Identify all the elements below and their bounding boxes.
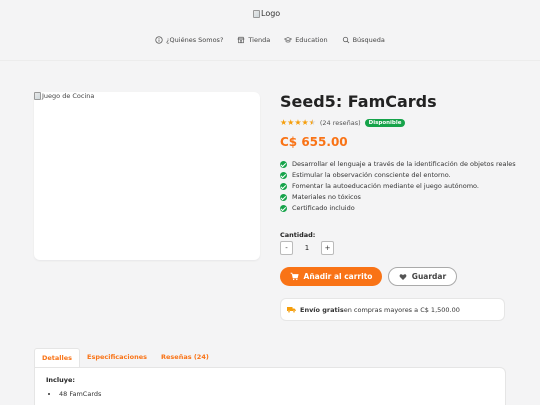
feature-item: Estimular la observación consciente del … — [280, 171, 520, 180]
broken-image-icon — [253, 9, 260, 18]
feature-item: Materiales no tóxicos — [280, 193, 520, 202]
nav-item-education[interactable]: Education — [284, 36, 328, 44]
cart-icon — [290, 272, 299, 281]
tab-panel-details: Incluye: 48 FamCards — [34, 367, 506, 405]
save-label: Guardar — [411, 272, 447, 281]
save-button[interactable]: Guardar — [388, 267, 457, 286]
tab-bar: Detalles Especificaciones Reseñas (24) — [34, 348, 506, 367]
check-circle-icon — [280, 205, 287, 212]
shipping-bold-text: Envío gratis — [300, 305, 344, 314]
list-item: 48 FamCards — [59, 390, 494, 398]
nav-label: Education — [295, 36, 328, 44]
shipping-text: Envío gratisen compras mayores a C$ 1,50… — [300, 306, 460, 314]
feature-list: Desarrollar el lenguaje a través de la i… — [280, 160, 520, 215]
feature-text: Fomentar la autoeducación mediante el ju… — [292, 182, 479, 190]
search-icon — [342, 36, 349, 44]
rating-stars: ★ ★ ★ ★ ★ — [280, 119, 316, 127]
shipping-rest-text: en compras mayores a C$ 1,500.00 — [343, 305, 460, 314]
product-price: C$ 655.00 — [280, 135, 348, 149]
star-icon: ★ — [294, 118, 302, 127]
check-circle-icon — [280, 194, 287, 201]
star-icon: ★ — [301, 118, 309, 127]
quantity-decrease-button[interactable]: - — [280, 241, 293, 255]
includes-title: Incluye: — [46, 376, 75, 384]
truck-icon — [287, 307, 296, 313]
product-image-alt-text: Juego de Cocina — [42, 92, 95, 100]
free-shipping-banner: Envío gratisen compras mayores a C$ 1,50… — [280, 298, 505, 321]
add-to-cart-button[interactable]: Añadir al carrito — [280, 267, 382, 286]
check-circle-icon — [280, 172, 287, 179]
star-half-icon: ★ — [308, 118, 316, 127]
star-icon: ★ — [280, 118, 288, 127]
quantity-increase-button[interactable]: + — [321, 241, 334, 255]
stock-badge: Disponible — [364, 119, 406, 127]
tab-reviews[interactable]: Reseñas (24) — [154, 348, 216, 367]
store-icon — [237, 36, 245, 44]
site-header: Logo ¿Quiénes Somos? Tienda Education Bú… — [0, 0, 540, 60]
includes-list: 48 FamCards — [46, 390, 494, 398]
tab-details[interactable]: Detalles — [34, 348, 81, 367]
feature-item: Desarrollar el lenguaje a través de la i… — [280, 160, 520, 169]
product-image-alt: Juego de Cocina — [34, 92, 94, 100]
nav-item-store[interactable]: Tienda — [237, 36, 270, 44]
feature-item: Fomentar la autoeducación mediante el ju… — [280, 182, 520, 191]
review-count[interactable]: (24 reseñas) — [320, 119, 361, 127]
nav-label: ¿Quiénes Somos? — [166, 36, 224, 44]
feature-text: Estimular la observación consciente del … — [292, 171, 451, 179]
heart-icon — [399, 273, 407, 280]
product-title: Seed5: FamCards — [280, 92, 437, 111]
star-icon: ★ — [287, 118, 295, 127]
feature-text: Materiales no tóxicos — [292, 193, 361, 201]
add-to-cart-label: Añadir al carrito — [303, 272, 373, 281]
nav-item-search[interactable]: Búsqueda — [342, 36, 385, 44]
product-image: Juego de Cocina — [34, 92, 260, 260]
nav-item-about[interactable]: ¿Quiénes Somos? — [155, 36, 223, 44]
main-nav: ¿Quiénes Somos? Tienda Education Búsqued… — [0, 36, 540, 44]
broken-image-icon — [34, 92, 41, 100]
tab-specifications[interactable]: Especificaciones — [80, 348, 154, 367]
quantity-stepper: - 1 + — [280, 241, 334, 255]
logo[interactable]: Logo — [253, 9, 280, 18]
check-circle-icon — [280, 183, 287, 190]
nav-label: Tienda — [248, 36, 271, 44]
info-icon — [155, 36, 163, 44]
quantity-input[interactable]: 1 — [293, 241, 321, 255]
rating-row: ★ ★ ★ ★ ★ (24 reseñas) Disponible — [280, 119, 406, 127]
feature-item: Certificado incluido — [280, 204, 520, 213]
check-circle-icon — [280, 161, 287, 168]
product-tabs: Detalles Especificaciones Reseñas (24) I… — [34, 348, 506, 405]
header-divider — [0, 60, 540, 61]
quantity-label: Cantidad: — [280, 231, 316, 239]
feature-text: Desarrollar el lenguaje a través de la i… — [292, 160, 516, 168]
education-icon — [284, 37, 293, 43]
feature-text: Certificado incluido — [292, 204, 355, 212]
logo-alt-text: Logo — [261, 9, 281, 18]
nav-label: Búsqueda — [352, 36, 385, 44]
